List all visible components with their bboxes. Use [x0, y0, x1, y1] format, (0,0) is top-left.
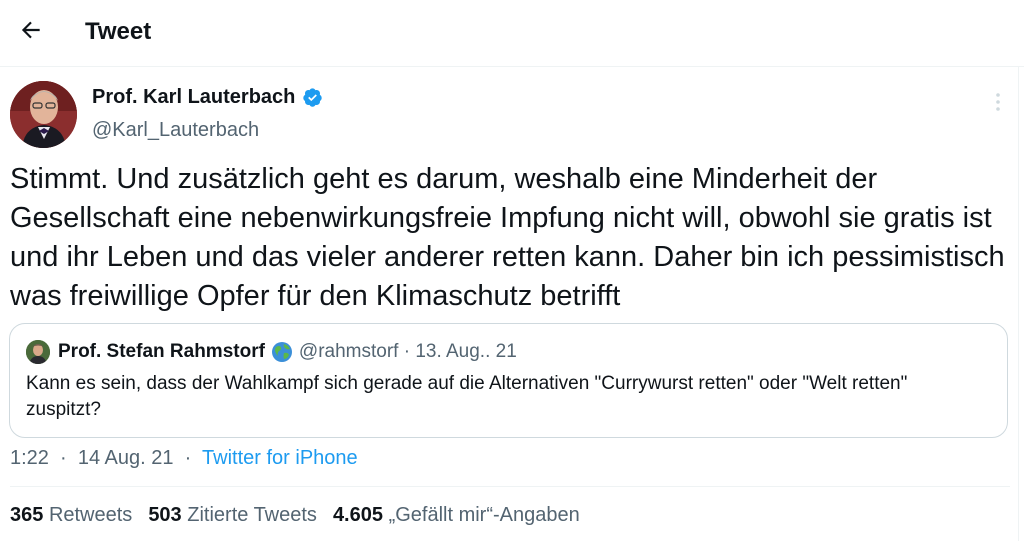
retweets-stat[interactable]: 365 Retweets — [10, 504, 132, 527]
author-handle[interactable]: @Karl_Lauterbach — [92, 119, 259, 142]
quoted-tweet-card[interactable]: Prof. Stefan Rahmstorf @rahmstorf · 13. … — [9, 323, 1008, 438]
author-avatar[interactable] — [10, 81, 77, 148]
meta-separator: · — [398, 341, 416, 362]
verified-badge-icon — [303, 88, 323, 107]
likes-stat[interactable]: 4.605 „Gefällt mir“-Angaben — [333, 504, 580, 527]
author-name[interactable]: Prof. Karl Lauterbach — [92, 86, 323, 109]
arrow-left-icon — [21, 21, 40, 39]
top-bar: Tweet — [0, 0, 1024, 64]
meta-separator: · — [179, 447, 197, 469]
quoted-author-avatar — [26, 340, 50, 364]
likes-label: „Gefällt mir“-Angaben — [388, 504, 580, 526]
quoted-author-handle: @rahmstorf — [298, 341, 399, 362]
column-divider — [1018, 66, 1019, 541]
quoted-tweet-date: 13. Aug.. 21 — [415, 341, 517, 362]
tweet-time[interactable]: 1:22 — [10, 447, 49, 469]
author-name-text: Prof. Karl Lauterbach — [92, 86, 296, 108]
back-button[interactable] — [16, 15, 46, 45]
tweet-text: Stimmt. Und zusätzlich geht es darum, we… — [10, 163, 1005, 312]
more-options-button[interactable] — [986, 90, 1010, 114]
quoted-tweet-text: Kann es sein, dass der Wahlkampf sich ge… — [26, 373, 908, 420]
meta-divider — [10, 486, 1010, 487]
page-title: Tweet — [85, 18, 152, 45]
quoted-author-name: Prof. Stefan Rahmstorf — [58, 341, 265, 362]
meta-separator: · — [54, 447, 73, 469]
tweet-timestamp: 1:22 · 14 Aug. 21 · Twitter for iPhone — [10, 447, 358, 470]
engagement-stats: 365 Retweets 503 Zitierte Tweets 4.605 „… — [10, 504, 596, 527]
quote-tweets-stat[interactable]: 503 Zitierte Tweets — [148, 504, 317, 527]
more-vertical-icon — [996, 93, 1000, 111]
header-divider — [0, 66, 1024, 67]
likes-count: 4.605 — [332, 504, 383, 526]
globe-emoji-icon — [271, 342, 292, 362]
tweet-source-link[interactable]: Twitter for iPhone — [202, 447, 358, 469]
tweet-date[interactable]: 14 Aug. 21 — [78, 447, 174, 469]
quoted-tweet-header: Prof. Stefan Rahmstorf @rahmstorf · 13. … — [58, 341, 517, 363]
retweets-count: 365 — [10, 504, 44, 526]
quote-tweets-count: 503 — [148, 504, 182, 526]
retweets-label: Retweets — [48, 504, 133, 526]
quote-tweets-label: Zitierte Tweets — [187, 504, 317, 526]
